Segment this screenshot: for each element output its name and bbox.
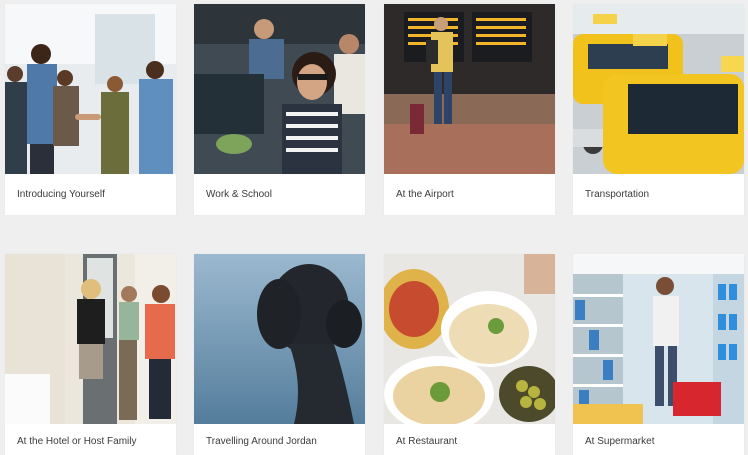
topic-card-title: At Supermarket: [585, 436, 655, 447]
taxi-cars-image: [573, 4, 744, 174]
topic-card-at-the-hotel[interactable]: At the Hotel or Host Family: [5, 254, 176, 455]
airport-traveler-image: [384, 4, 555, 174]
topic-card-title: Introducing Yourself: [17, 189, 105, 200]
topic-card-work-school[interactable]: Work & School: [194, 4, 365, 215]
topic-card-title: Travelling Around Jordan: [206, 436, 317, 447]
topic-card-introducing-yourself[interactable]: Introducing Yourself: [5, 4, 176, 215]
middle-eastern-food-image: [384, 254, 555, 424]
topic-card-at-restaurant[interactable]: At Restaurant: [384, 254, 555, 455]
topic-card-title: Transportation: [585, 189, 650, 200]
dead-sea-mud-image: [194, 254, 365, 424]
topic-card-title: At Restaurant: [396, 436, 458, 447]
topic-card-title: Work & School: [206, 189, 272, 200]
topic-card-title: At the Airport: [396, 189, 454, 200]
topic-card-title: At the Hotel or Host Family: [17, 436, 137, 447]
supermarket-aisle-image: [573, 254, 744, 424]
topic-card-at-supermarket[interactable]: At Supermarket: [573, 254, 744, 455]
student-smiling-image: [194, 4, 365, 174]
people-handshake-image: [5, 4, 176, 174]
topic-card-travelling-around-jordan[interactable]: Travelling Around Jordan: [194, 254, 365, 455]
topics-grid: Introducing Yourself Work & School At th…: [0, 0, 748, 455]
topic-card-at-the-airport[interactable]: At the Airport: [384, 4, 555, 215]
topic-card-transportation[interactable]: Transportation: [573, 4, 744, 215]
hotel-door-greeting-image: [5, 254, 176, 424]
